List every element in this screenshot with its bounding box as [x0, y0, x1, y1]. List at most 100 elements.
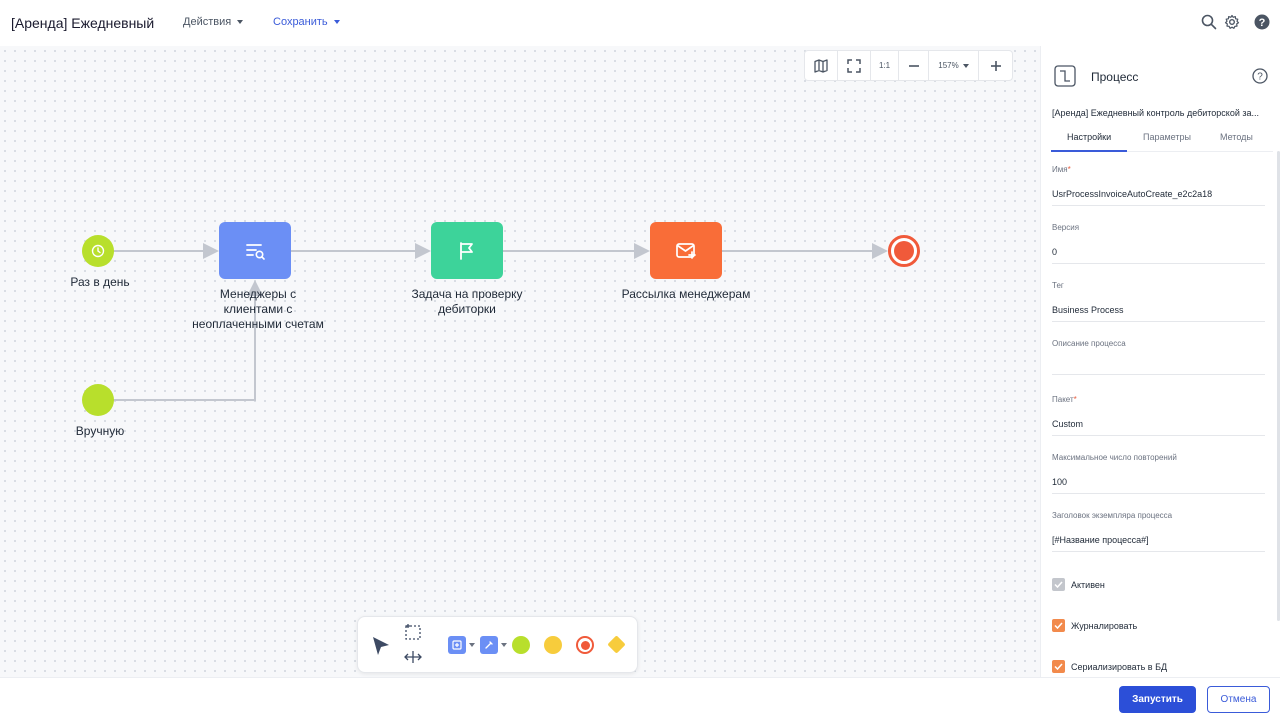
space-tool-icon[interactable] — [403, 649, 423, 665]
user-task-label-line: дебиторки — [438, 302, 496, 316]
map-icon — [814, 58, 828, 73]
end-event[interactable] — [888, 235, 920, 267]
zoom-in-icon — [990, 60, 1001, 71]
description-field-label: Описание процесса — [1052, 339, 1126, 348]
read-data-label-line: клиентами с — [223, 302, 293, 316]
process-icon — [1054, 65, 1076, 87]
save-menu[interactable]: Сохранить — [273, 16, 340, 28]
gateway-icon[interactable] — [607, 635, 626, 654]
tag-field[interactable]: Business Process — [1052, 305, 1265, 322]
cancel-button[interactable]: Отмена — [1207, 686, 1270, 713]
active-checkbox[interactable] — [1052, 578, 1065, 591]
clock-icon — [91, 244, 105, 258]
end-event-icon[interactable] — [576, 636, 594, 654]
search-icon[interactable] — [1201, 14, 1217, 30]
footer-bar: Запустить Отмена — [0, 677, 1280, 719]
serialize-checkbox-label: Сериализировать в БД — [1071, 662, 1168, 672]
intermediate-event-icon[interactable] — [544, 636, 562, 654]
manual-start-label: Вручную — [75, 424, 125, 438]
zoom-out-icon — [908, 64, 919, 67]
required-mark: * — [1073, 395, 1077, 404]
element-palette — [357, 616, 638, 673]
user-task-label: Задача на проверку дебиторки — [392, 287, 542, 317]
read-data-label-line: неоплаченными счетам — [192, 317, 324, 331]
name-field-label: Имя* — [1052, 165, 1071, 174]
pointer-icon[interactable] — [370, 635, 392, 657]
process-caption: [Аренда] Ежедневный контроль дебиторской… — [1052, 108, 1260, 118]
serialize-checkbox[interactable] — [1052, 660, 1065, 673]
panel-tabs: Настройки Параметры Методы — [1051, 130, 1273, 152]
max-retries-field-label: Максимальное число повторений — [1052, 453, 1177, 462]
tab-settings[interactable]: Настройки — [1067, 132, 1111, 142]
log-checkbox[interactable] — [1052, 619, 1065, 632]
email-icon — [676, 242, 696, 259]
timer-start-label: Раз в день — [70, 275, 130, 289]
chevron-down-icon — [333, 20, 340, 24]
flag-icon — [460, 241, 473, 260]
instance-caption-field[interactable]: [#Название процесса#] — [1052, 535, 1265, 552]
fullscreen-button[interactable] — [838, 51, 871, 80]
zoom-level-select[interactable]: 157% — [929, 51, 979, 80]
description-field[interactable] — [1052, 358, 1265, 375]
page-title: [Аренда] Ежедневный — [11, 15, 155, 31]
script-task-icon[interactable] — [480, 636, 498, 654]
actual-size-button[interactable]: 1:1 — [871, 51, 899, 80]
package-field-label: Пакет* — [1052, 395, 1077, 404]
zoom-out-button[interactable] — [899, 51, 929, 80]
manual-start-event[interactable] — [82, 384, 114, 416]
chevron-down-icon — [962, 63, 969, 68]
tab-parameters[interactable]: Параметры — [1143, 132, 1191, 142]
chevron-down-icon — [237, 20, 244, 24]
version-field-label: Версия — [1052, 223, 1080, 232]
svg-text:?: ? — [1259, 17, 1266, 29]
add-task-icon[interactable] — [448, 636, 466, 654]
zoom-toolbar: 1:1 157% — [804, 50, 1013, 81]
run-button[interactable]: Запустить — [1119, 686, 1196, 713]
fullscreen-icon — [847, 58, 861, 73]
read-data-task[interactable] — [219, 222, 291, 279]
top-bar: [Аренда] Ежедневный Действия Сохранить ? — [0, 0, 1280, 46]
process-canvas[interactable]: Раз в день Менеджеры с клиентами с неопл… — [0, 46, 1040, 677]
tag-field-label: Тег — [1052, 281, 1064, 290]
end-event-icon — [894, 241, 914, 261]
instance-caption-field-label: Заголовок экземпляра процесса — [1052, 511, 1173, 520]
package-field[interactable]: Custom — [1052, 419, 1265, 436]
search-list-icon — [246, 243, 265, 260]
active-tab-indicator — [1051, 150, 1127, 152]
help-icon[interactable]: ? — [1254, 14, 1270, 30]
name-field-label-text: Имя — [1052, 165, 1068, 174]
help-circle-icon[interactable]: ? — [1252, 68, 1268, 84]
panel-title: Процесс — [1091, 70, 1139, 84]
chevron-down-icon[interactable] — [501, 643, 507, 647]
lasso-select-icon[interactable] — [404, 623, 422, 641]
sequence-flows — [113, 243, 888, 401]
checkmark-icon — [1054, 663, 1063, 671]
checkmark-icon — [1054, 581, 1063, 589]
chevron-down-icon[interactable] — [469, 643, 475, 647]
start-event-icon[interactable] — [512, 636, 530, 654]
name-field[interactable]: UsrProcessInvoiceAutoCreate_e2c2a18 — [1052, 189, 1265, 206]
save-menu-label: Сохранить — [273, 16, 328, 28]
log-checkbox-label: Журналировать — [1071, 621, 1138, 631]
version-field[interactable]: 0 — [1052, 247, 1265, 264]
read-data-label: Менеджеры с клиентами с неоплаченными сч… — [178, 287, 338, 332]
active-checkbox-label: Активен — [1071, 580, 1105, 590]
package-field-label-text: Пакет — [1052, 395, 1074, 404]
gear-icon[interactable] — [1224, 14, 1240, 30]
tab-methods[interactable]: Методы — [1220, 132, 1253, 142]
required-mark: * — [1067, 165, 1071, 174]
send-email-label: Рассылка менеджерам — [621, 287, 751, 301]
actions-menu[interactable]: Действия — [183, 16, 244, 28]
max-retries-field[interactable]: 100 — [1052, 477, 1265, 494]
timer-start-event[interactable] — [82, 235, 114, 267]
properties-panel: Процесс ? [Аренда] Ежедневный контроль д… — [1040, 46, 1280, 677]
plus-icon — [452, 640, 462, 650]
user-task[interactable] — [431, 222, 503, 279]
zoom-in-button[interactable] — [979, 51, 1012, 80]
zoom-level-value: 157% — [938, 61, 959, 70]
actions-menu-label: Действия — [183, 16, 232, 28]
read-data-label-line: Менеджеры с — [219, 287, 297, 301]
user-task-label-line: Задача на проверку — [411, 287, 523, 301]
send-email-task[interactable] — [650, 222, 722, 279]
map-button[interactable] — [805, 51, 838, 80]
